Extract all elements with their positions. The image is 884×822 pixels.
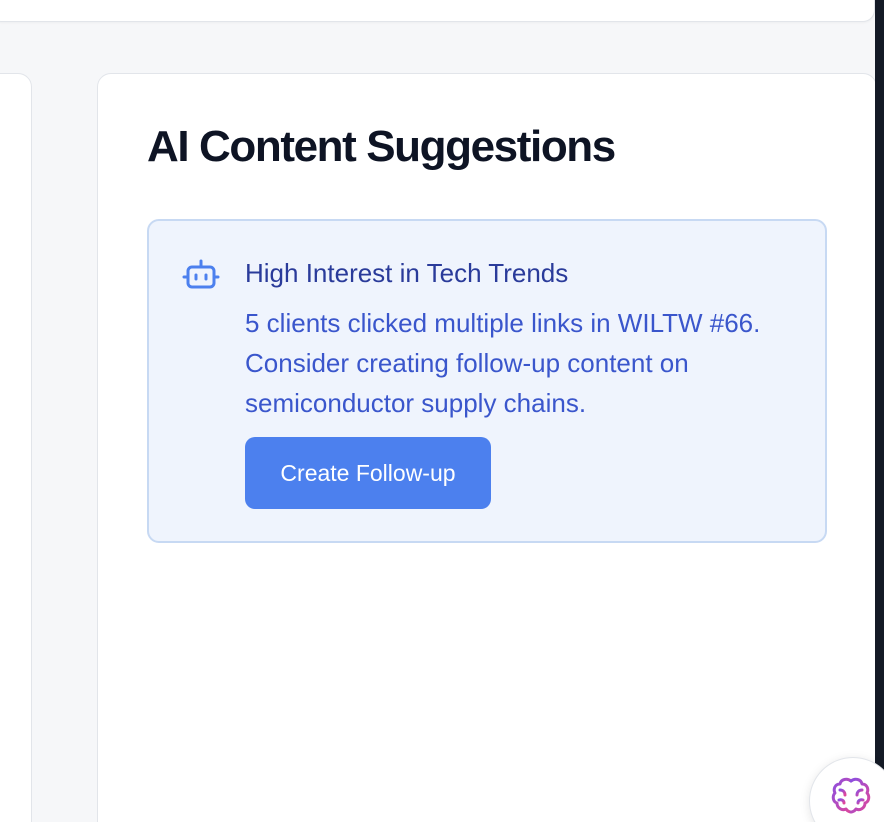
brain-icon (831, 777, 871, 814)
left-card (0, 73, 32, 822)
section-title: AI Content Suggestions (147, 122, 616, 171)
page: AI Content Suggestions High Interest in … (0, 0, 884, 822)
suggestion-title: High Interest in Tech Trends (245, 258, 569, 288)
top-card (0, 0, 875, 22)
ai-suggestions-card: AI Content Suggestions High Interest in … (97, 73, 877, 822)
create-follow-up-button[interactable]: Create Follow-up (245, 437, 491, 509)
suggestion-item: High Interest in Tech Trends 5 clients c… (147, 219, 827, 543)
suggestion-body: 5 clients clicked multiple links in WILT… (245, 308, 761, 418)
robot-icon (182, 258, 220, 294)
window-edge (875, 0, 884, 822)
